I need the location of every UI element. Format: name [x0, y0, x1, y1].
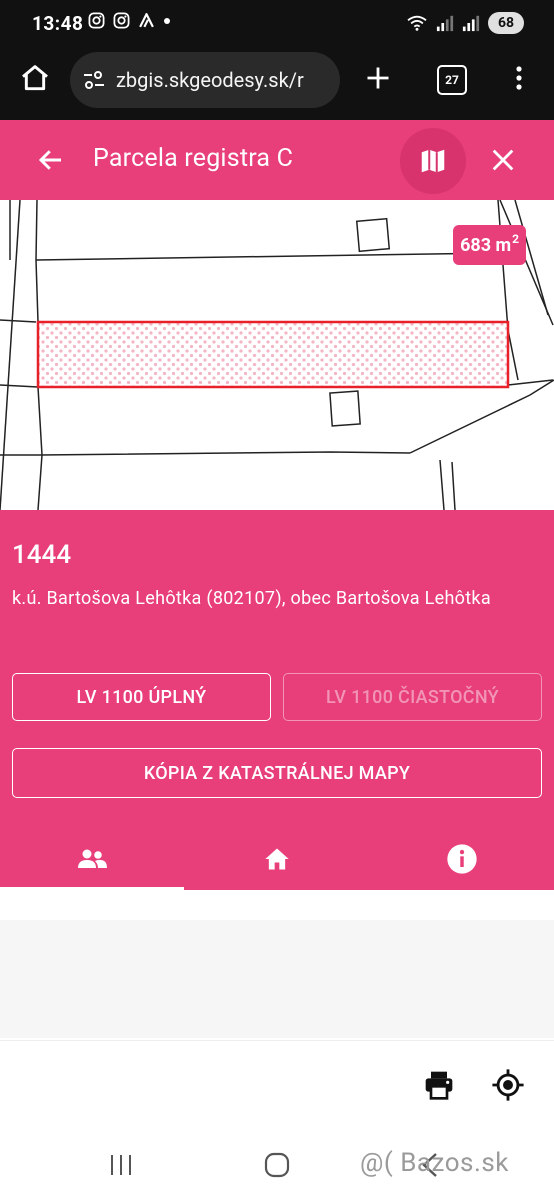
- url-text: zbgis.skgeodesy.sk/r: [116, 68, 304, 92]
- content-placeholder: [0, 920, 554, 1038]
- parcel-info-panel: 1444 k.ú. Bartošova Lehôtka (802107), ob…: [0, 510, 554, 890]
- recent-apps-icon[interactable]: [108, 1154, 134, 1176]
- watermark: @( Bazos.sk: [360, 1148, 509, 1178]
- site-settings-icon[interactable]: [82, 69, 106, 91]
- map-button[interactable]: [400, 128, 466, 194]
- cadastral-map[interactable]: 683 m2: [0, 200, 554, 510]
- tab-content-area: [0, 890, 554, 1040]
- notification-icons: [88, 12, 171, 29]
- browser-toolbar: zbgis.skgeodesy.sk/r 27: [0, 48, 554, 120]
- info-tabs: [0, 828, 554, 890]
- system-icons: 68: [406, 12, 524, 34]
- system-navigation-bar: @( Bazos.sk: [0, 1130, 554, 1200]
- instagram-icon: [88, 12, 105, 29]
- parcel-number: 1444: [12, 540, 72, 570]
- signal-icon: [436, 15, 454, 32]
- parcel-description: k.ú. Bartošova Lehôtka (802107), obec Ba…: [12, 588, 491, 609]
- wifi-icon: [407, 15, 427, 31]
- home-button-icon[interactable]: [264, 1152, 290, 1178]
- home-icon: [262, 845, 292, 873]
- app-a-icon: [139, 13, 154, 28]
- area-value: 683 m: [460, 234, 512, 256]
- close-icon[interactable]: [489, 146, 517, 174]
- status-bar: 13:48 68: [0, 0, 554, 48]
- print-icon[interactable]: [422, 1069, 456, 1101]
- back-arrow-icon[interactable]: [36, 145, 66, 175]
- area-unit-superscript: 2: [512, 232, 519, 246]
- page-title: Parcela registra C: [93, 144, 294, 173]
- tab-info[interactable]: [370, 828, 554, 890]
- more-menu-icon[interactable]: [507, 64, 531, 92]
- instagram-icon: [113, 12, 130, 29]
- tab-owners[interactable]: [0, 828, 184, 890]
- tab-property[interactable]: [185, 828, 369, 890]
- new-tab-icon[interactable]: [364, 64, 392, 92]
- battery-indicator: 68: [488, 12, 524, 34]
- bottom-toolbar: [0, 1040, 554, 1131]
- lv-partial-button[interactable]: LV 1100 ČIASTOČNÝ: [283, 673, 542, 721]
- app-header: Parcela registra C: [0, 120, 554, 200]
- status-time: 13:48: [32, 12, 84, 35]
- home-icon[interactable]: [18, 62, 52, 94]
- area-badge: 683 m2: [453, 225, 526, 265]
- map-copy-button[interactable]: KÓPIA Z KATASTRÁLNEJ MAPY: [12, 748, 542, 798]
- info-icon: [446, 843, 478, 875]
- tab-switcher-button[interactable]: 27: [437, 65, 467, 95]
- signal-icon: [462, 15, 480, 32]
- lv-full-button[interactable]: LV 1100 ÚPLNÝ: [12, 673, 271, 721]
- people-icon: [76, 846, 108, 872]
- map-icon: [418, 146, 448, 176]
- dot-icon: [164, 17, 170, 24]
- address-bar[interactable]: zbgis.skgeodesy.sk/r: [70, 52, 340, 108]
- locate-icon[interactable]: [491, 1068, 525, 1102]
